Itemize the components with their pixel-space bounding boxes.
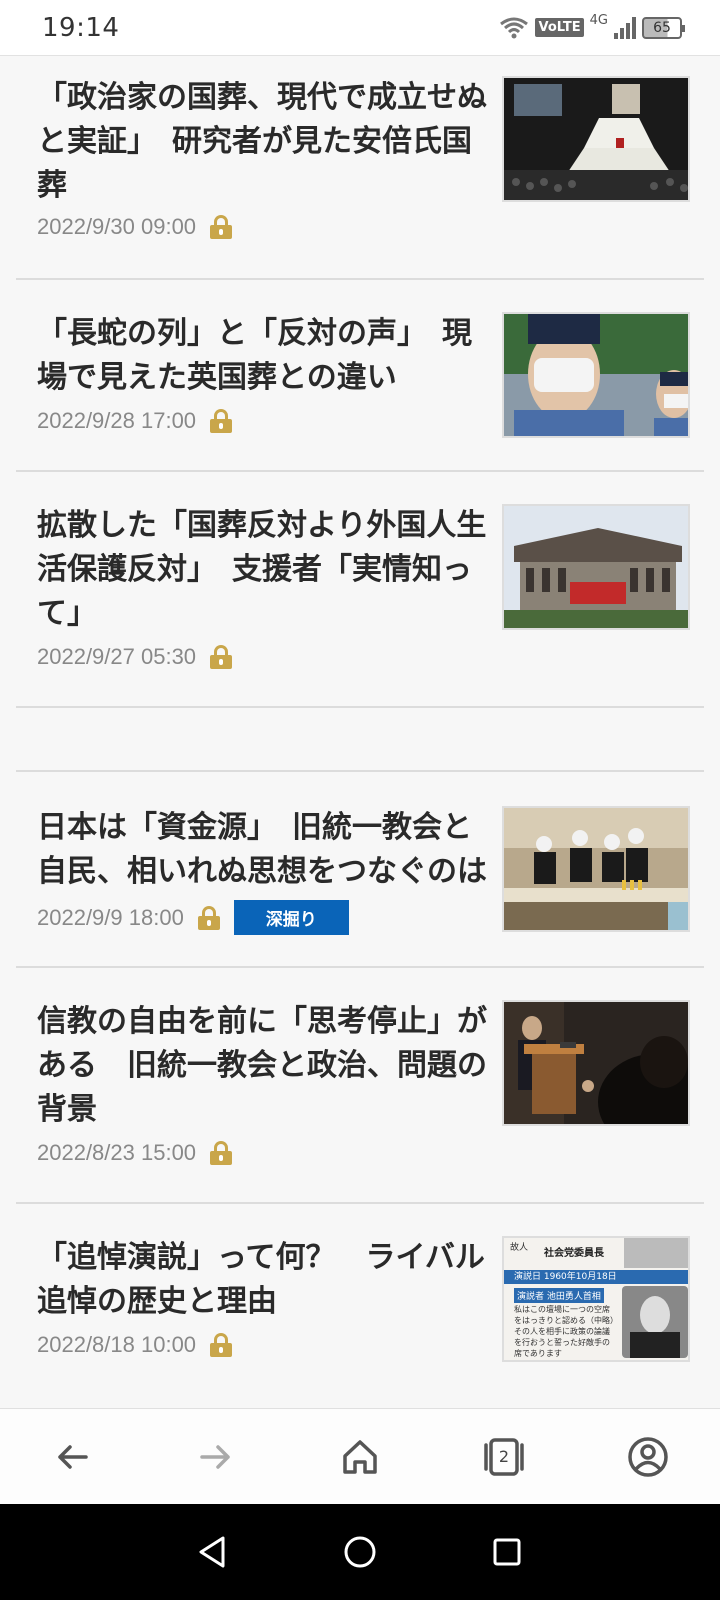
thumb-speaker-label: 演説者 池田勇人首相	[514, 1288, 604, 1303]
status-icons: VoLTE 4G 65	[499, 13, 685, 40]
thumb-quote: 私はこの壇場に一つの空席をはっきりと認める（中略）その人を相手に政策の論議を行お…	[514, 1305, 614, 1358]
battery-level: 65	[653, 19, 671, 36]
article-item[interactable]: 「追悼演説」って何？ ライバル追悼の歴史と理由 2022/8/18 10:00 …	[16, 1204, 704, 1408]
battery-icon: 65	[642, 16, 685, 39]
signal-icon	[614, 16, 636, 39]
article-title[interactable]: 「政治家の国葬、現代で成立せぬと実証」 研究者が見た安倍氏国葬	[37, 76, 497, 208]
article-item[interactable]: 日本は「資金源」 旧統一教会と自民、相いれぬ思想をつなぐのは 2022/9/9 …	[16, 772, 704, 968]
arrow-right-icon	[200, 1444, 230, 1469]
browser-toolbar: 2	[0, 1408, 720, 1504]
article-thumbnail[interactable]: 故人 社会党委員長 演説日 1960年10月18日 演説者 池田勇人首相 私はこ…	[502, 1236, 690, 1362]
system-home-icon[interactable]	[342, 1534, 378, 1570]
article-title[interactable]: 「追悼演説」って何？ ライバル追悼の歴史と理由	[37, 1236, 497, 1324]
forward-button[interactable]	[186, 1427, 246, 1487]
lock-icon	[210, 409, 233, 433]
ad-spacer	[16, 708, 704, 772]
article-title[interactable]: 信教の自由を前に「思考停止」がある 旧統一教会と政治、問題の背景	[37, 1000, 497, 1132]
lock-icon	[210, 645, 233, 669]
article-thumbnail[interactable]	[502, 504, 690, 630]
thumb-date-label: 演説日 1960年10月18日	[504, 1270, 688, 1284]
arrow-left-icon	[58, 1444, 88, 1469]
category-badge[interactable]: 深掘り	[233, 900, 349, 935]
volte-icon: VoLTE	[535, 18, 584, 37]
article-item[interactable]: 「長蛇の列」と「反対の声」 現場で見えた英国葬との違い 2022/9/28 17…	[16, 280, 704, 472]
article-item[interactable]: 「政治家の国葬、現代で成立せぬと実証」 研究者が見た安倍氏国葬 2022/9/3…	[16, 56, 704, 280]
article-meta: 2022/9/30 09:00	[37, 214, 233, 240]
system-recents-icon[interactable]	[489, 1534, 525, 1570]
thumb-portrait	[622, 1286, 688, 1358]
article-feed[interactable]: 「政治家の国葬、現代で成立せぬと実証」 研究者が見た安倍氏国葬 2022/9/3…	[0, 56, 720, 1408]
article-title[interactable]: 日本は「資金源」 旧統一教会と自民、相いれぬ思想をつなぐのは	[37, 806, 497, 894]
status-time: 19:14	[42, 12, 120, 43]
wifi-icon	[500, 17, 529, 38]
article-meta: 2022/9/27 05:30	[37, 644, 233, 670]
system-navigation-bar	[0, 1504, 720, 1600]
lock-icon	[210, 1141, 233, 1165]
article-meta: 2022/8/23 15:00	[37, 1140, 233, 1166]
article-item[interactable]: 拡散した「国葬反対より外国人生活保護反対」 支援者「実情知って」 2022/9/…	[16, 472, 704, 708]
article-thumbnail[interactable]	[502, 76, 690, 202]
system-back-icon[interactable]	[195, 1534, 231, 1570]
back-button[interactable]	[42, 1427, 102, 1487]
article-date: 2022/9/30 09:00	[37, 214, 197, 239]
article-date: 2022/9/28 17:00	[37, 408, 197, 433]
article-title[interactable]: 拡散した「国葬反対より外国人生活保護反対」 支援者「実情知って」	[37, 504, 497, 636]
article-thumbnail[interactable]	[502, 312, 690, 438]
article-item[interactable]: 信教の自由を前に「思考停止」がある 旧統一教会と政治、問題の背景 2022/8/…	[16, 968, 704, 1204]
article-title[interactable]: 「長蛇の列」と「反対の声」 現場で見えた英国葬との違い	[37, 312, 497, 400]
thumb-top-role: 社会党委員長	[544, 1248, 604, 1259]
article-meta: 2022/9/9 18:00 深掘り	[37, 900, 349, 935]
article-date: 2022/9/27 05:30	[37, 644, 197, 669]
home-icon	[343, 1439, 377, 1474]
article-thumbnail[interactable]	[502, 1000, 690, 1126]
article-meta: 2022/8/18 10:00	[37, 1332, 233, 1358]
article-date: 2022/8/18 10:00	[37, 1332, 197, 1357]
article-date: 2022/9/9 18:00	[37, 904, 184, 930]
home-button[interactable]	[330, 1427, 390, 1487]
status-bar: 19:14 VoLTE 4G 65	[0, 0, 720, 56]
tab-count: 2	[498, 1447, 510, 1466]
article-date: 2022/8/23 15:00	[37, 1140, 197, 1165]
account-icon	[628, 1436, 668, 1477]
article-meta: 2022/9/28 17:00	[37, 408, 233, 434]
network-type: 4G	[589, 13, 608, 28]
lock-icon	[210, 215, 233, 239]
lock-icon	[210, 1333, 233, 1357]
lock-icon	[197, 905, 220, 930]
thumb-top-label: 故人	[510, 1243, 529, 1253]
account-button[interactable]	[618, 1427, 678, 1487]
thumb-photo-top	[624, 1238, 688, 1268]
article-thumbnail[interactable]	[502, 806, 690, 932]
tabs-button[interactable]: 2	[474, 1427, 534, 1487]
